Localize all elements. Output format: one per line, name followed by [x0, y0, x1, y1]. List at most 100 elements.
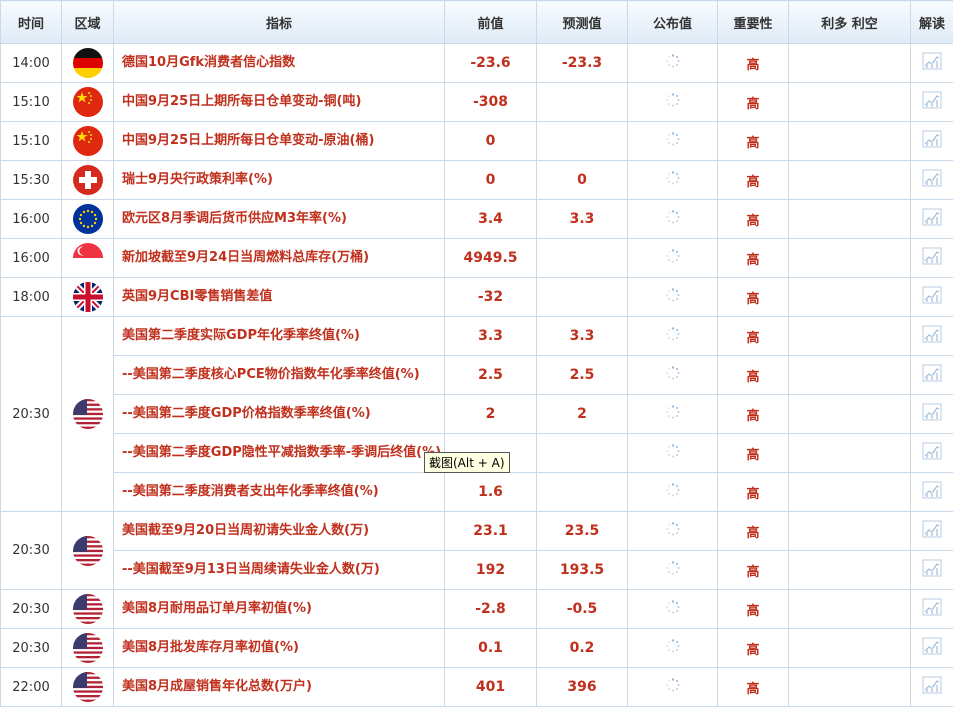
china-flag-icon — [72, 87, 103, 117]
analysis-cell[interactable] — [910, 316, 953, 356]
region-cell — [61, 589, 114, 629]
time-cell: 20:30 — [0, 628, 62, 668]
indicator-cell[interactable]: 中国9月25日上期所每日仓单变动-铜(吨) — [113, 82, 445, 122]
chart-analysis-icon[interactable] — [922, 208, 942, 230]
chart-analysis-icon[interactable] — [922, 403, 942, 425]
chart-analysis-icon[interactable] — [922, 676, 942, 698]
us-flag-icon — [72, 633, 103, 663]
indicator-cell[interactable]: --美国截至9月13日当周续请失业金人数(万) — [113, 550, 445, 590]
header-time[interactable]: 时间 — [0, 0, 62, 44]
indicator-cell[interactable]: 德国10月Gfk消费者信心指数 — [113, 43, 445, 83]
impact-cell — [788, 160, 911, 200]
indicator-cell[interactable]: --美国第二季度GDP隐性平减指数季率-季调后终值(%) — [113, 433, 445, 473]
indicator-cell[interactable]: --美国第二季度核心PCE物价指数年化季率终值(%) — [113, 355, 445, 395]
analysis-cell[interactable] — [910, 160, 953, 200]
time-cell: 16:00 — [0, 238, 62, 278]
uk-flag-icon — [72, 282, 103, 312]
analysis-cell[interactable] — [910, 82, 953, 122]
analysis-cell[interactable] — [910, 628, 953, 668]
time-cell: 15:10 — [0, 82, 62, 122]
region-cell — [61, 121, 114, 161]
table-row: --美国第二季度核心PCE物价指数年化季率终值(%) 2.5 2.5 高 — [1, 355, 953, 395]
chart-analysis-icon[interactable] — [922, 442, 942, 464]
indicator-cell[interactable]: 英国9月CBI零售销售差值 — [113, 277, 445, 317]
impact-cell — [788, 277, 911, 317]
chart-analysis-icon[interactable] — [922, 325, 942, 347]
chart-analysis-icon[interactable] — [922, 598, 942, 620]
chart-analysis-icon[interactable] — [922, 52, 942, 74]
header-forecast[interactable]: 预测值 — [536, 0, 628, 44]
chart-analysis-icon[interactable] — [922, 520, 942, 542]
chart-analysis-icon[interactable] — [922, 559, 942, 581]
indicator-cell[interactable]: 美国8月耐用品订单月率初值(%) — [113, 589, 445, 629]
analysis-cell[interactable] — [910, 472, 953, 512]
loading-spinner-icon — [666, 678, 680, 696]
importance-cell: 高 — [717, 82, 789, 122]
loading-spinner-icon — [666, 483, 680, 501]
previous-cell: 1.6 — [444, 472, 537, 512]
header-analysis[interactable]: 解读 — [910, 0, 953, 44]
analysis-cell[interactable] — [910, 355, 953, 395]
impact-cell — [788, 82, 911, 122]
indicator-cell[interactable]: 美国截至9月20日当周初请失业金人数(万) — [113, 511, 445, 551]
region-cell — [61, 82, 114, 122]
indicator-cell[interactable]: 瑞士9月央行政策利率(%) — [113, 160, 445, 200]
importance-cell: 高 — [717, 316, 789, 356]
us-flag-icon — [72, 672, 103, 702]
header-region[interactable]: 区域 — [61, 0, 114, 44]
indicator-cell[interactable]: --美国第二季度消费者支出年化季率终值(%) — [113, 472, 445, 512]
indicator-cell[interactable]: 美国第二季度实际GDP年化季率终值(%) — [113, 316, 445, 356]
chart-analysis-icon[interactable] — [922, 130, 942, 152]
header-importance[interactable]: 重要性 — [717, 0, 789, 44]
switzerland-flag-icon — [72, 165, 103, 195]
region-cell — [61, 667, 114, 707]
indicator-cell[interactable]: 美国8月批发库存月率初值(%) — [113, 628, 445, 668]
indicator-cell[interactable]: 欧元区8月季调后货币供应M3年率(%) — [113, 199, 445, 239]
actual-cell — [627, 472, 718, 512]
analysis-cell[interactable] — [910, 121, 953, 161]
actual-cell — [627, 628, 718, 668]
chart-analysis-icon[interactable] — [922, 247, 942, 269]
chart-analysis-icon[interactable] — [922, 169, 942, 191]
chart-analysis-icon[interactable] — [922, 91, 942, 113]
analysis-cell[interactable] — [910, 277, 953, 317]
analysis-cell[interactable] — [910, 394, 953, 434]
previous-cell: 401 — [444, 667, 537, 707]
time-cell: 20:30 — [0, 511, 62, 590]
region-cell — [61, 628, 114, 668]
region-cell — [61, 238, 114, 278]
chart-analysis-icon[interactable] — [922, 637, 942, 659]
importance-cell: 高 — [717, 394, 789, 434]
analysis-cell[interactable] — [910, 238, 953, 278]
table-row: 15:30 瑞士9月央行政策利率(%) 0 0 高 — [0, 160, 953, 200]
analysis-cell[interactable] — [910, 511, 953, 551]
table-row: 20:30 美国8月批发库存月率初值(%) 0.1 0.2 高 — [0, 628, 953, 668]
header-impact[interactable]: 利多 利空 — [788, 0, 911, 44]
analysis-cell[interactable] — [910, 589, 953, 629]
time-cell: 15:10 — [0, 121, 62, 161]
header-actual[interactable]: 公布值 — [627, 0, 718, 44]
previous-cell: 0 — [444, 160, 537, 200]
indicator-cell[interactable]: 中国9月25日上期所每日仓单变动-原油(桶) — [113, 121, 445, 161]
analysis-cell[interactable] — [910, 550, 953, 590]
time-cell: 14:00 — [0, 43, 62, 83]
analysis-cell[interactable] — [910, 43, 953, 83]
analysis-cell[interactable] — [910, 433, 953, 473]
importance-cell: 高 — [717, 589, 789, 629]
indicator-cell[interactable]: 美国8月成屋销售年化总数(万户) — [113, 667, 445, 707]
loading-spinner-icon — [666, 366, 680, 384]
chart-analysis-icon[interactable] — [922, 364, 942, 386]
impact-cell — [788, 433, 911, 473]
table-row: --美国截至9月13日当周续请失业金人数(万) 192 193.5 高 — [1, 550, 953, 590]
indicator-cell[interactable]: --美国第二季度GDP价格指数季率终值(%) — [113, 394, 445, 434]
chart-analysis-icon[interactable] — [922, 286, 942, 308]
header-indicator[interactable]: 指标 — [113, 0, 445, 44]
actual-cell — [627, 511, 718, 551]
chart-analysis-icon[interactable] — [922, 481, 942, 503]
indicator-cell[interactable]: 新加坡截至9月24日当周燃料总库存(万桶) — [113, 238, 445, 278]
impact-cell — [788, 628, 911, 668]
header-previous[interactable]: 前值 — [444, 0, 537, 44]
region-cell — [61, 160, 114, 200]
analysis-cell[interactable] — [910, 667, 953, 707]
analysis-cell[interactable] — [910, 199, 953, 239]
